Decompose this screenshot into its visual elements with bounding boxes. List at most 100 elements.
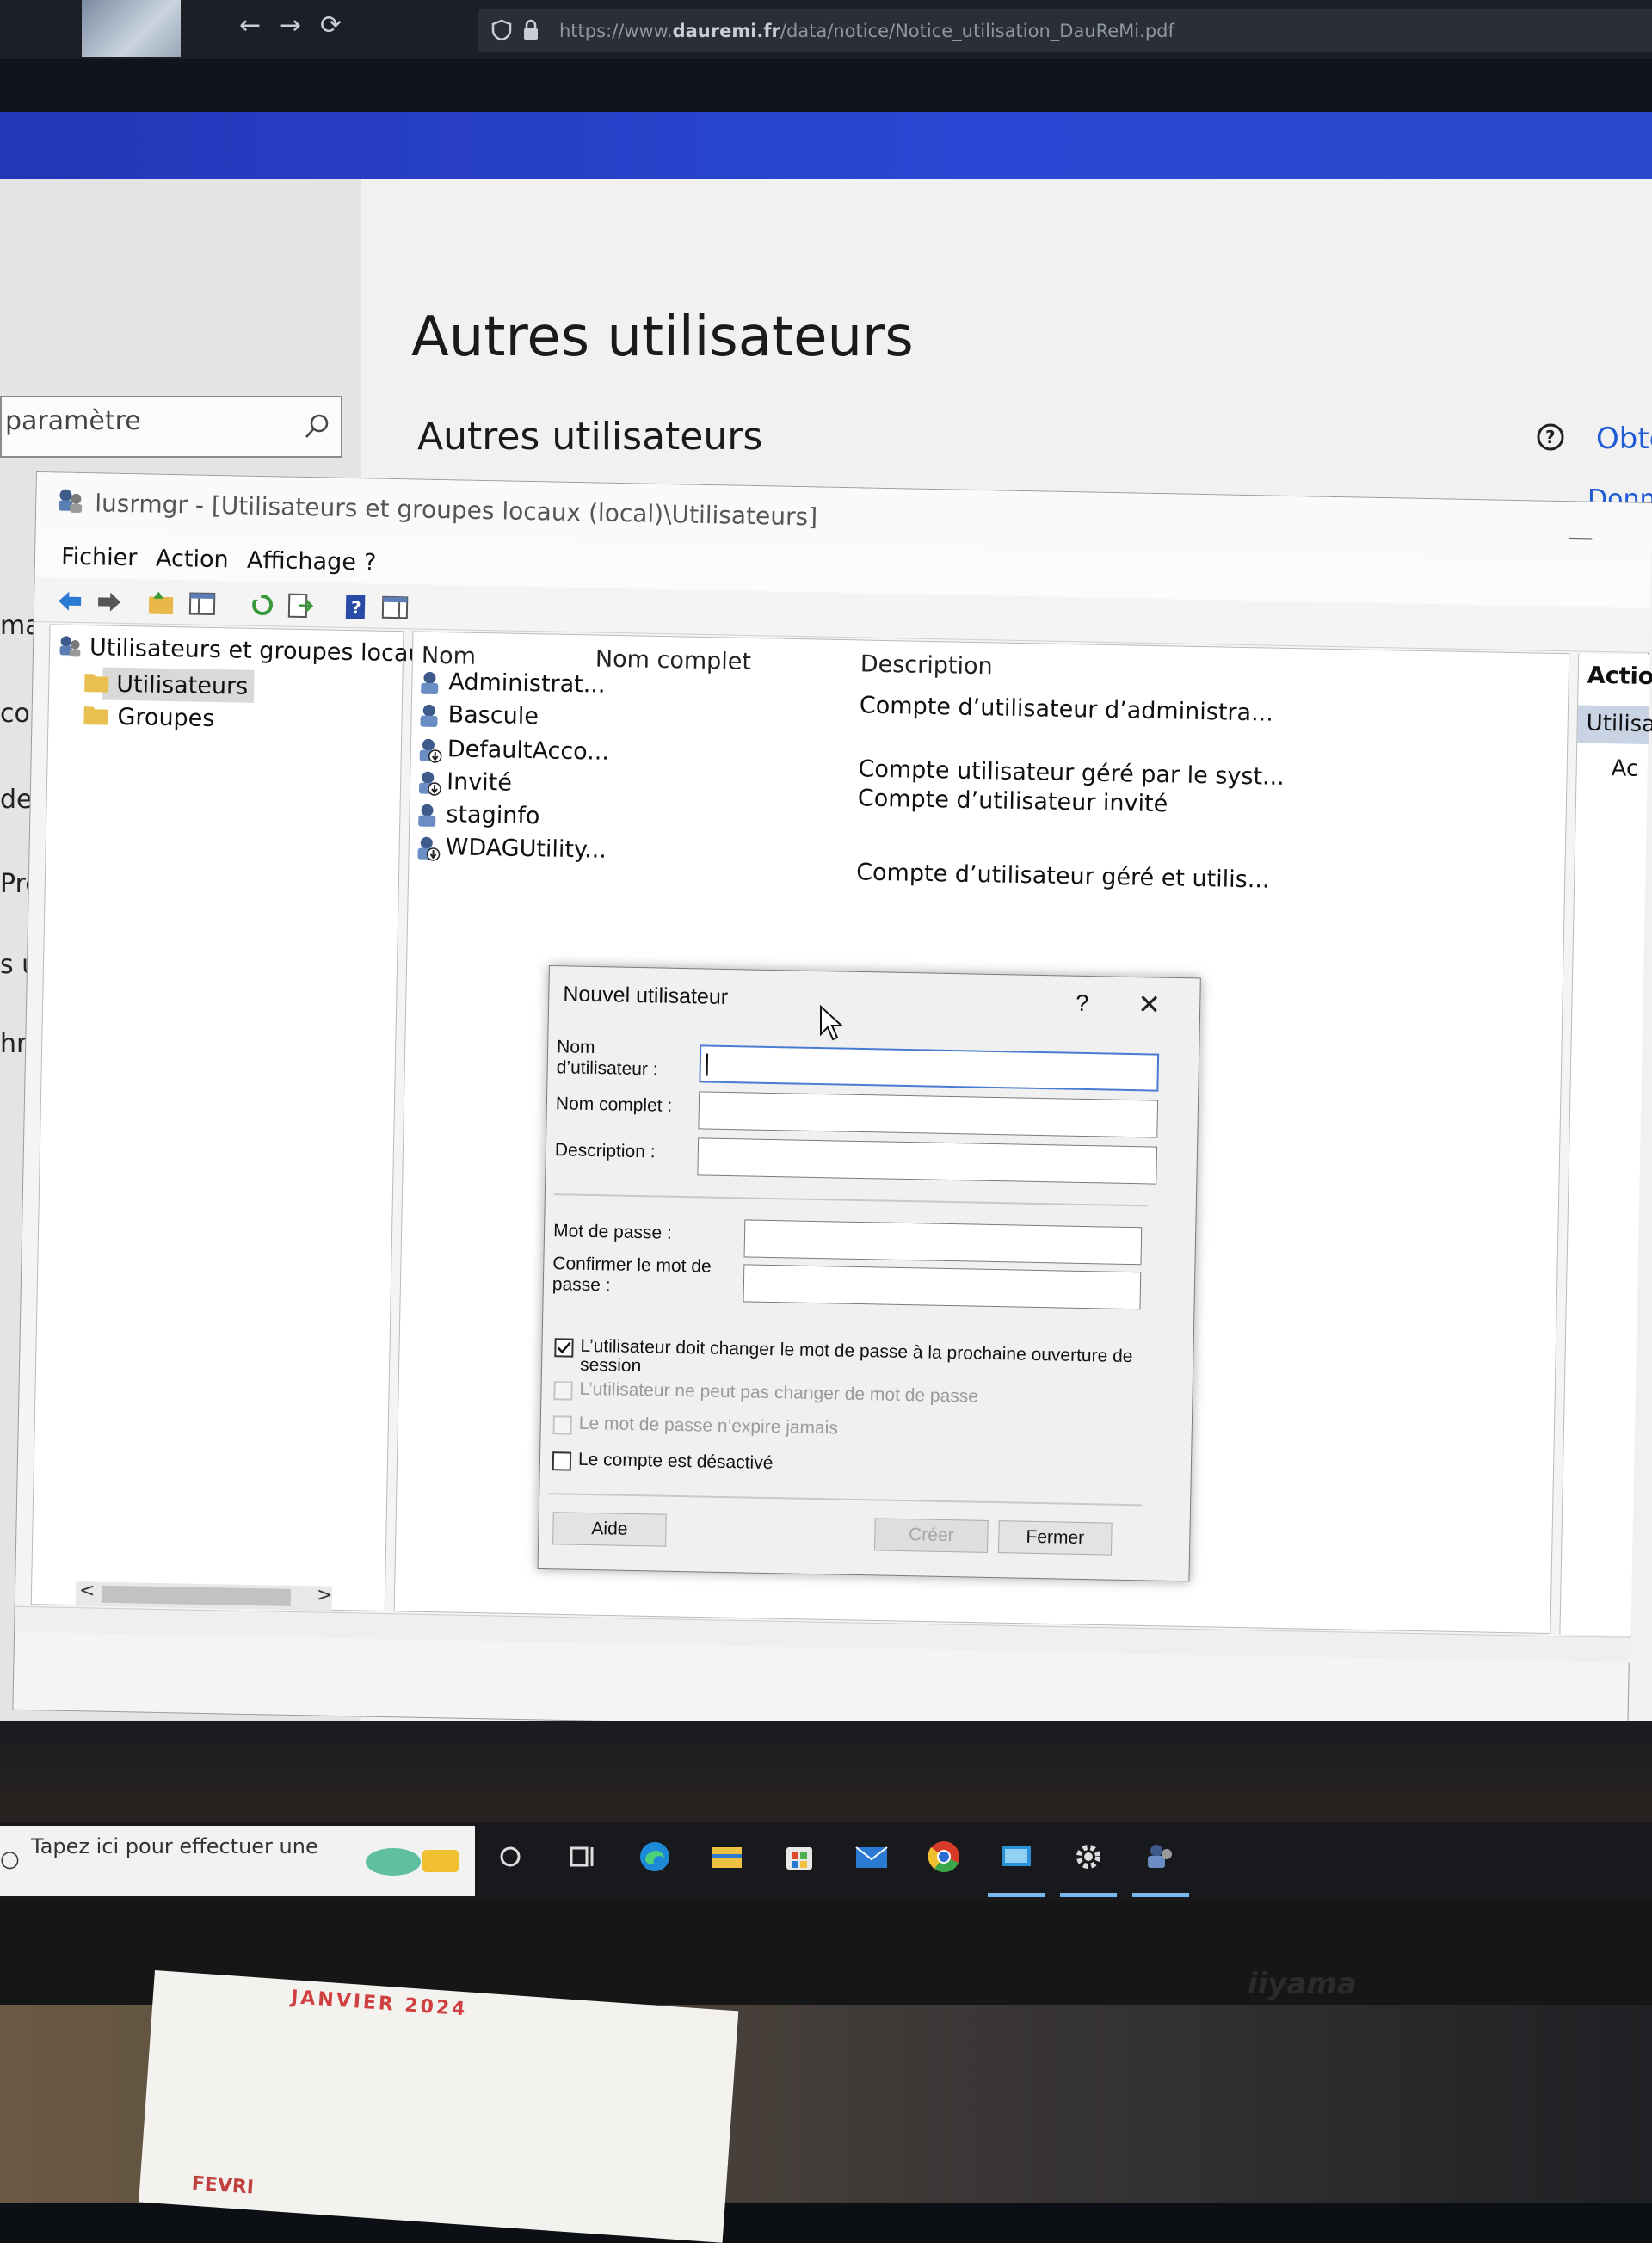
- dialog-help-button[interactable]: ?: [1076, 990, 1089, 1017]
- column-header-description[interactable]: Description: [860, 650, 993, 680]
- monitor-brand-logo: iiyama: [1248, 1967, 1357, 2001]
- store-icon[interactable]: [780, 1837, 819, 1876]
- running-app-indicator: [1132, 1893, 1189, 1897]
- folder-icon: [83, 670, 109, 693]
- back-arrow-icon[interactable]: [55, 586, 85, 616]
- desk-calendar: JANVIER 2024 FEVRI: [139, 1970, 738, 2243]
- username-label: Nomd’utilisateur :: [556, 1037, 658, 1080]
- user-row-description: Compte utilisateur géré par le syst...: [858, 755, 1285, 791]
- taskbar-search-input[interactable]: Tapez ici pour effectuer une: [31, 1834, 318, 1858]
- tree-pane: Utilisateurs et groupes locaux (lo Utili…: [31, 624, 404, 1611]
- get-help-link[interactable]: Obte: [1596, 422, 1652, 456]
- user-row-name[interactable]: staginfo: [446, 801, 540, 829]
- refresh-icon[interactable]: [248, 590, 278, 620]
- chrome-icon[interactable]: [924, 1837, 964, 1876]
- fullname-input[interactable]: [698, 1091, 1158, 1137]
- user-row-name[interactable]: DefaultAcco...: [447, 736, 610, 766]
- forward-icon[interactable]: →: [280, 10, 301, 40]
- actions-group-label: Utilisa: [1586, 711, 1652, 738]
- edge-icon[interactable]: [635, 1837, 675, 1876]
- back-icon[interactable]: ←: [239, 10, 261, 40]
- user-row-name[interactable]: Invité: [447, 768, 512, 796]
- scroll-right-icon[interactable]: >: [317, 1585, 333, 1606]
- menu-help[interactable]: ?: [364, 549, 377, 576]
- tree-horizontal-scrollbar[interactable]: < >: [76, 1581, 332, 1611]
- disabled-user-icon: [416, 737, 443, 764]
- show-tree-icon[interactable]: [188, 588, 218, 619]
- menu-action[interactable]: Action: [156, 545, 229, 574]
- password-input[interactable]: [744, 1219, 1143, 1265]
- monitor-bottom-edge: [0, 1721, 1652, 1833]
- search-icon: ○: [0, 1846, 20, 1872]
- creer-button[interactable]: Créer: [874, 1518, 989, 1553]
- user-row-description: Compte d’utilisateur invité: [858, 785, 1168, 817]
- calendar-month: JANVIER 2024: [290, 1987, 468, 2020]
- settings-header-band: [0, 112, 1652, 179]
- minimize-button[interactable]: —: [1568, 522, 1594, 553]
- description-input[interactable]: [697, 1137, 1157, 1184]
- settings-gear-icon[interactable]: [1069, 1837, 1108, 1876]
- running-app-indicator: [988, 1893, 1045, 1897]
- users-app-icon: [55, 486, 85, 516]
- mail-icon[interactable]: [852, 1837, 891, 1876]
- tab-thumbnail[interactable]: [82, 0, 181, 57]
- fermer-button[interactable]: Fermer: [998, 1520, 1113, 1556]
- actions-header: Actio: [1587, 662, 1652, 690]
- checkbox[interactable]: [552, 1451, 571, 1470]
- mouse-cursor-icon: [819, 1005, 845, 1043]
- aide-button[interactable]: Aide: [552, 1512, 667, 1547]
- forward-arrow-icon[interactable]: [95, 587, 125, 617]
- disabled-user-icon: [414, 835, 441, 862]
- scrollbar-thumb[interactable]: [102, 1586, 291, 1606]
- confirm-password-input[interactable]: [743, 1264, 1142, 1309]
- tree-item-utilisateurs[interactable]: Utilisateurs: [116, 671, 249, 700]
- username-input[interactable]: [699, 1044, 1159, 1091]
- task-view-icon[interactable]: [563, 1837, 602, 1876]
- reload-icon[interactable]: ⟳: [320, 10, 342, 40]
- dialog-close-icon[interactable]: ✕: [1137, 988, 1162, 1021]
- export-list-icon[interactable]: [286, 591, 316, 621]
- password-label: Mot de passe :: [553, 1221, 672, 1244]
- checkbox-label: Le compte est désactivé: [578, 1451, 774, 1473]
- menu-fichier[interactable]: Fichier: [61, 544, 138, 572]
- menu-affichage[interactable]: Affichage: [247, 547, 356, 576]
- new-user-dialog: Nouvel utilisateur ? ✕ Nomd’utilisateur …: [538, 965, 1201, 1581]
- help-chat-icon[interactable]: ?: [1532, 420, 1568, 456]
- actions-item[interactable]: Ac: [1611, 755, 1638, 782]
- action-pane-icon[interactable]: [380, 593, 410, 623]
- separator: [548, 1493, 1142, 1506]
- search-highlight-illustration-icon: [354, 1838, 466, 1886]
- help-book-icon[interactable]: ?: [341, 592, 371, 622]
- checkbox[interactable]: [553, 1381, 572, 1400]
- lusrmgr-icon[interactable]: [1141, 1837, 1180, 1876]
- scroll-left-icon[interactable]: <: [79, 1580, 96, 1601]
- tree-item-groupes[interactable]: Groupes: [117, 704, 214, 732]
- user-icon: [416, 703, 443, 730]
- users-groups-icon: [57, 634, 83, 661]
- user-icon: [415, 803, 441, 829]
- checkbox[interactable]: [553, 1415, 572, 1434]
- search-icon[interactable]: [301, 411, 332, 442]
- checkbox-label: L’utilisateur ne peut pas changer de mot…: [579, 1380, 978, 1407]
- remote-desktop-icon[interactable]: [996, 1837, 1036, 1876]
- file-explorer-icon[interactable]: [707, 1837, 747, 1876]
- user-row-name[interactable]: Administrat...: [448, 669, 606, 698]
- text-caret: [706, 1054, 708, 1076]
- user-row-name[interactable]: Bascule: [447, 701, 539, 730]
- fullname-label: Nom complet :: [556, 1094, 673, 1117]
- actions-selected-group[interactable]: Utilisa: [1577, 705, 1649, 744]
- column-header-nom-complet[interactable]: Nom complet: [595, 646, 752, 675]
- url-text: https://www.dauremi.fr/data/notice/Notic…: [559, 21, 1174, 41]
- calendar-next-month: FEVRI: [191, 2173, 255, 2199]
- up-folder-icon[interactable]: [146, 588, 176, 618]
- user-row-name[interactable]: WDAGUtility...: [445, 834, 607, 864]
- column-header-nom[interactable]: Nom: [422, 643, 477, 670]
- cortana-icon[interactable]: [490, 1837, 530, 1876]
- settings-search-input[interactable]: paramètre: [5, 406, 141, 436]
- running-app-indicator: [1060, 1893, 1117, 1897]
- section-title: Autres utilisateurs: [417, 415, 762, 459]
- svg-text:?: ?: [351, 597, 361, 618]
- dialog-title: Nouvel utilisateur: [563, 982, 728, 1010]
- checkbox[interactable]: [554, 1338, 573, 1357]
- confirm-password-label: Confirmer le mot depasse :: [552, 1254, 712, 1298]
